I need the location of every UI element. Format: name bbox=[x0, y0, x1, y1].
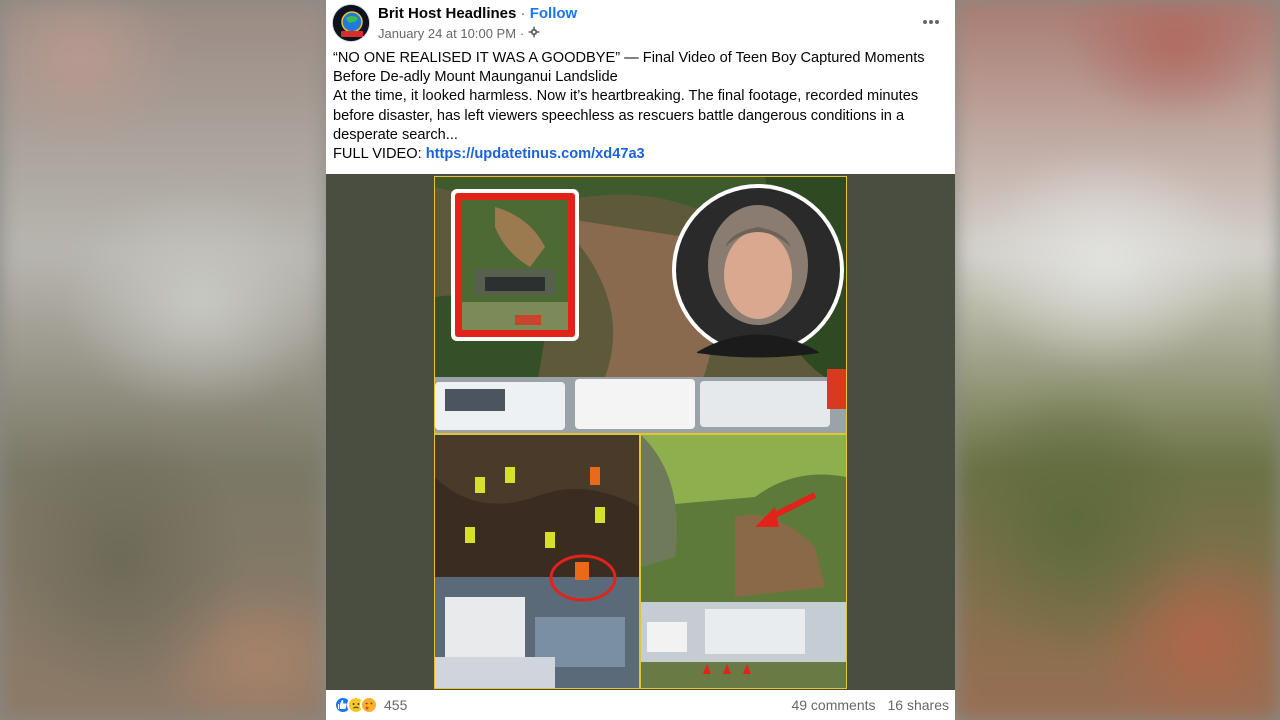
gear-icon bbox=[528, 26, 540, 41]
follow-button[interactable]: Follow bbox=[530, 5, 578, 22]
post-footer: 455 49 comments 16 shares bbox=[326, 690, 955, 720]
post-link-line: FULL VIDEO: https://updatetinus.com/xd47… bbox=[333, 145, 949, 164]
photo-collage bbox=[434, 176, 847, 689]
backdrop-left bbox=[0, 0, 326, 720]
reactions[interactable]: 455 bbox=[334, 696, 407, 714]
care-icon bbox=[360, 696, 378, 714]
globe-logo-icon bbox=[333, 5, 369, 41]
backdrop-right bbox=[955, 0, 1280, 720]
post-text: “NO ONE REALISED IT WAS A GOODBYE” — Fin… bbox=[333, 49, 949, 164]
post-headline: “NO ONE REALISED IT WAS A GOODBYE” — Fin… bbox=[333, 50, 925, 86]
shares-count[interactable]: 16 shares bbox=[888, 697, 949, 713]
collage-art bbox=[435, 177, 846, 688]
more-options-icon[interactable] bbox=[921, 12, 941, 32]
post-meta: January 24 at 10:00 PM · bbox=[378, 26, 540, 41]
post-timestamp[interactable]: January 24 at 10:00 PM bbox=[378, 26, 516, 41]
meta-separator: · bbox=[520, 26, 525, 41]
link-prefix: FULL VIDEO: bbox=[333, 146, 426, 163]
page-name-line: Brit Host Headlines · Follow bbox=[378, 5, 577, 22]
full-video-link[interactable]: https://updatetinus.com/xd47a3 bbox=[426, 146, 645, 162]
facebook-post: Brit Host Headlines · Follow January 24 … bbox=[326, 0, 955, 720]
post-header: Brit Host Headlines · Follow January 24 … bbox=[326, 0, 955, 44]
page-avatar[interactable] bbox=[332, 4, 370, 42]
engagement-stats: 49 comments 16 shares bbox=[791, 697, 949, 713]
page-name[interactable]: Brit Host Headlines bbox=[378, 5, 516, 22]
post-body: At the time, it looked harmless. Now it’… bbox=[333, 88, 919, 143]
reaction-count[interactable]: 455 bbox=[384, 697, 407, 713]
comments-count[interactable]: 49 comments bbox=[791, 697, 875, 713]
name-separator: · bbox=[516, 5, 530, 22]
post-image[interactable] bbox=[326, 174, 955, 690]
